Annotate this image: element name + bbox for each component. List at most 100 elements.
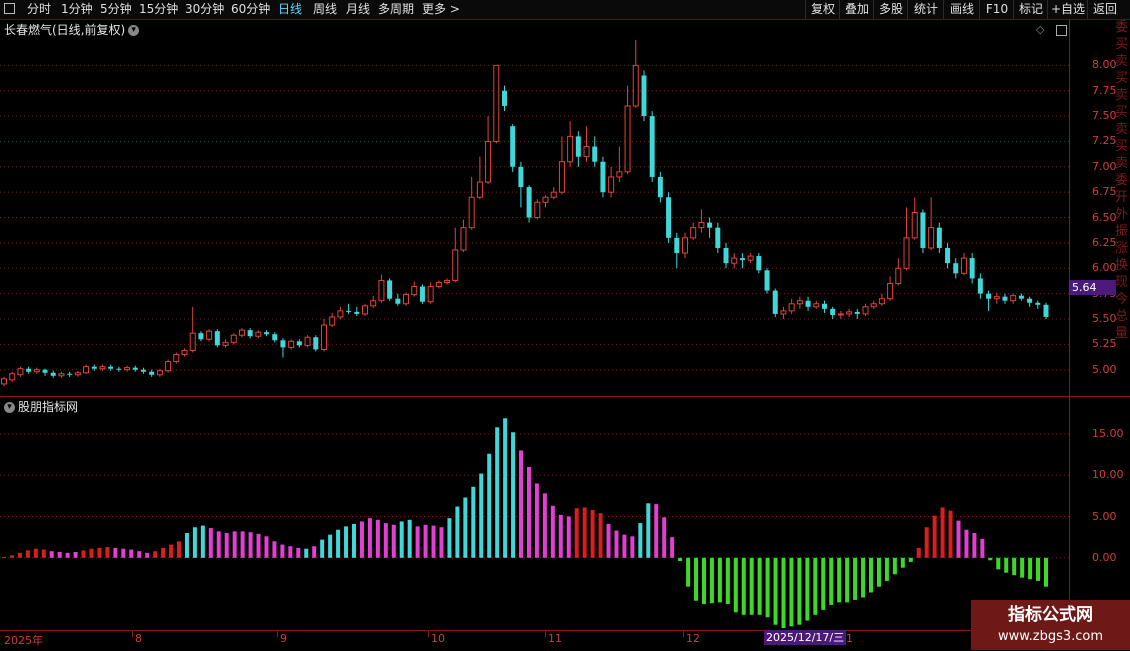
candle <box>550 187 557 200</box>
candle <box>165 359 172 373</box>
oscillator-bar <box>932 515 937 558</box>
candle-body <box>764 270 770 291</box>
candle-body <box>977 278 983 294</box>
oscillator-bar <box>224 533 229 558</box>
candle-body <box>403 294 410 305</box>
oscillator-bar <box>574 508 579 558</box>
oscillator-bar <box>701 557 706 605</box>
oscillator-bar <box>988 557 993 561</box>
candle <box>230 333 237 345</box>
candle <box>1002 293 1008 304</box>
candle <box>854 308 860 319</box>
candle-body <box>149 371 155 375</box>
candle-body <box>427 286 434 303</box>
oscillator-bar <box>1036 557 1041 581</box>
candle <box>723 242 729 269</box>
candle <box>435 280 442 289</box>
candle <box>690 222 697 240</box>
candle <box>304 335 311 348</box>
candle-body <box>731 257 738 264</box>
candle-body <box>1 378 7 385</box>
candle-body <box>993 296 1000 300</box>
oscillator-bar <box>980 538 985 558</box>
candle-body <box>592 146 598 162</box>
candle-body <box>715 227 721 248</box>
candle-body <box>337 310 344 318</box>
candle <box>731 253 738 269</box>
candle <box>526 185 532 223</box>
oscillator-bar <box>256 533 261 558</box>
oscillator-bar <box>359 521 364 558</box>
oscillator-bar <box>566 516 571 558</box>
oscillator-bar <box>1012 557 1017 576</box>
oscillator-bar <box>956 520 961 558</box>
candle-body <box>296 341 302 346</box>
oscillator-bar <box>176 541 181 558</box>
candle <box>600 156 606 198</box>
candle-body <box>698 222 705 229</box>
candle <box>583 126 590 162</box>
watermark-url: www.zbgs3.com <box>997 629 1104 644</box>
candle-body <box>960 257 967 274</box>
oscillator-bar <box>789 557 794 627</box>
candle-body <box>796 300 803 305</box>
candle-body <box>707 222 713 228</box>
candle-body <box>419 286 425 302</box>
oscillator-bar <box>169 544 174 558</box>
candle <box>378 274 385 303</box>
date-tick <box>545 631 546 637</box>
candle-body <box>189 332 196 351</box>
candle-body <box>387 280 393 299</box>
quote-field-label: 买 <box>1114 37 1128 52</box>
candle <box>936 222 942 254</box>
oscillator-bar <box>312 546 317 558</box>
oscillator-bar <box>876 557 881 587</box>
oscillator-bar <box>2 556 6 558</box>
candle-body <box>33 369 40 373</box>
oscillator-bar <box>487 453 492 558</box>
candle <box>403 292 410 306</box>
indicator-title[interactable]: ▾ 股朋指标网 <box>4 398 78 415</box>
candle <box>468 176 475 230</box>
back-button[interactable]: 返回 <box>1087 0 1122 19</box>
candle-body <box>206 330 213 340</box>
chevron-down-icon[interactable]: ▾ <box>4 402 15 413</box>
candle-body <box>747 255 754 261</box>
candle <box>1027 296 1033 307</box>
quote-field-label: 卖 <box>1114 122 1128 137</box>
candle-body <box>846 311 853 315</box>
candle-body <box>444 279 451 283</box>
oscillator-bar <box>606 523 611 558</box>
oscillator-bar <box>654 504 659 558</box>
oscillator-bar <box>550 505 555 558</box>
candle <box>346 303 352 314</box>
oscillator-bar <box>447 518 452 558</box>
quote-field-label: 买 <box>1114 105 1128 120</box>
stock-chart[interactable] <box>0 0 1070 630</box>
candle-body <box>26 368 32 372</box>
oscillator-bar <box>884 557 889 581</box>
candle-body <box>362 305 369 315</box>
oscillator-bar <box>725 557 730 605</box>
candle <box>206 329 213 342</box>
site-watermark: 指标公式网 www.zbgs3.com <box>971 600 1130 650</box>
candle <box>387 278 393 301</box>
oscillator-bar <box>503 418 508 558</box>
candle <box>986 290 992 311</box>
oscillator-bar <box>232 531 237 558</box>
candle-body <box>42 369 48 373</box>
candle-body <box>230 334 237 343</box>
candle <box>411 281 418 297</box>
candle <box>1035 300 1041 309</box>
oscillator-bar <box>272 541 277 558</box>
oscillator-bar <box>33 548 38 558</box>
candle <box>427 282 434 304</box>
candle <box>977 273 983 299</box>
candle <box>542 195 549 208</box>
candle <box>837 310 844 319</box>
candle <box>616 146 623 183</box>
candle <box>567 121 574 167</box>
oscillator-bar <box>431 525 436 558</box>
candle-body <box>526 187 532 218</box>
candle <box>485 116 492 185</box>
